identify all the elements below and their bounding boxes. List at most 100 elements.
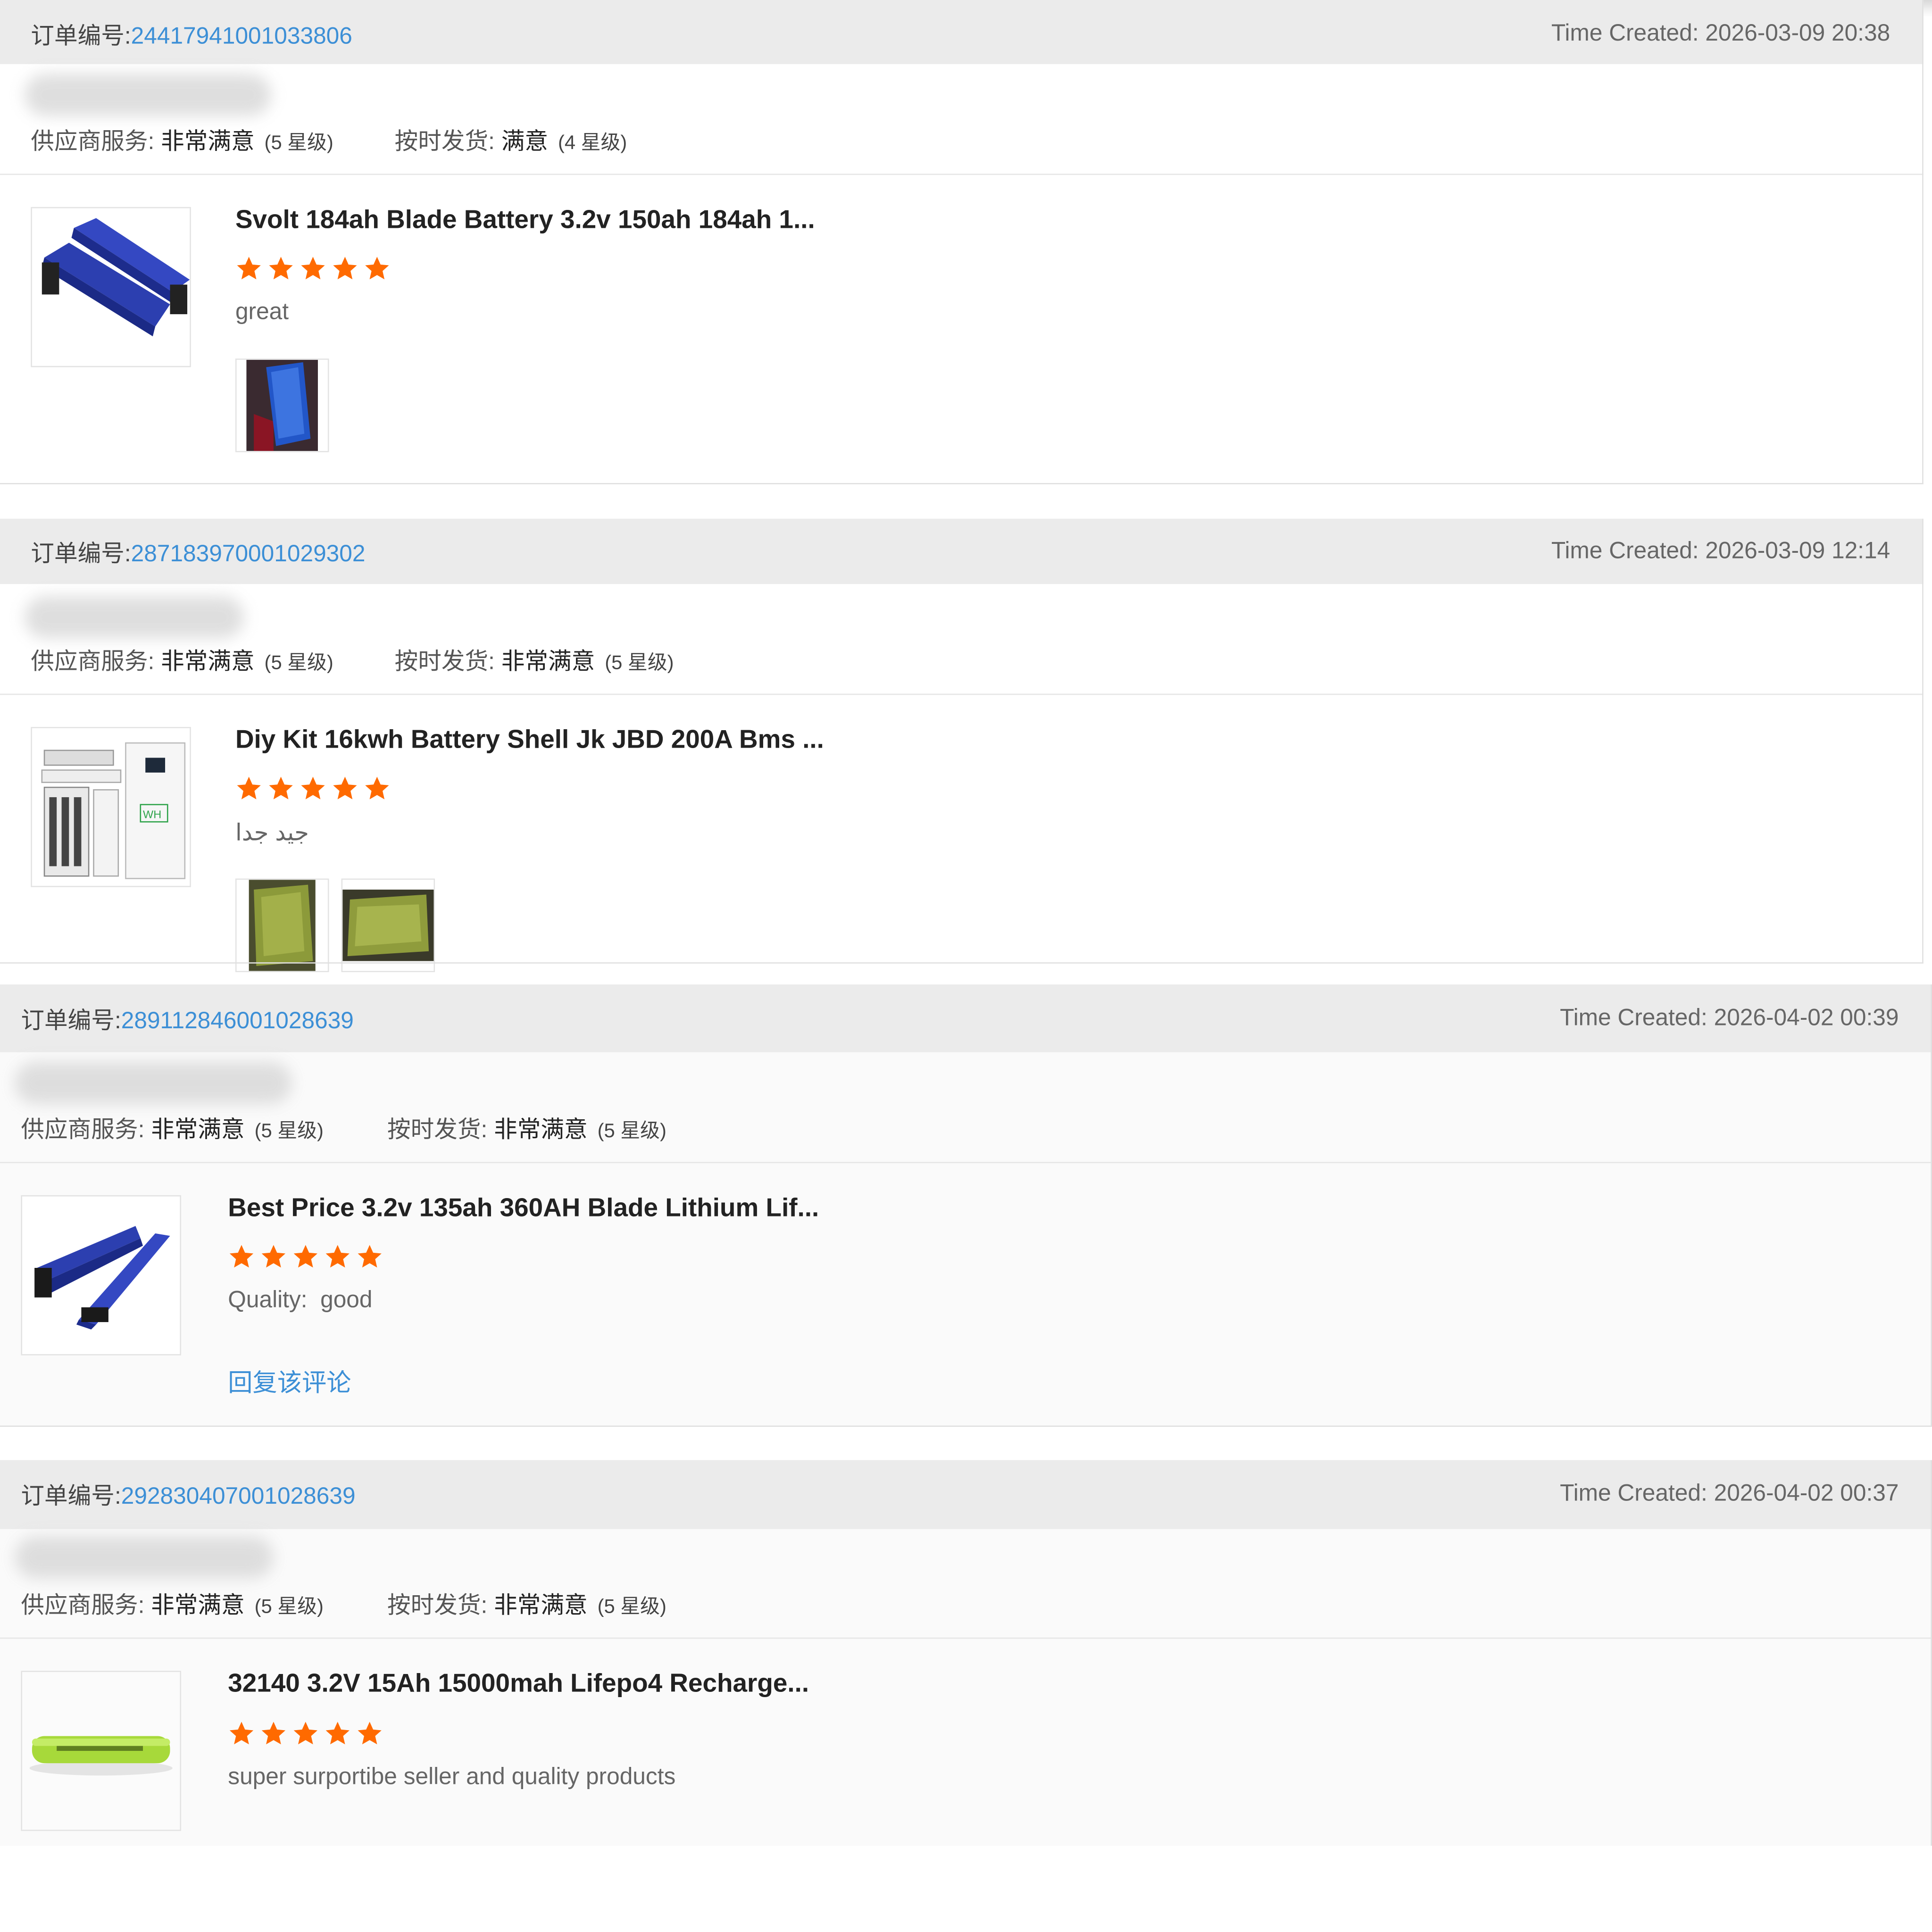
on-time-shipping-label: 按时发货: — [394, 649, 501, 675]
review-photo-image — [236, 359, 328, 451]
star-icon — [293, 1722, 317, 1745]
star-icon — [301, 257, 325, 280]
time-created-value: 2026-03-09 12:14 — [1705, 538, 1890, 565]
supplier-service-value: 非常满意 — [151, 1593, 245, 1619]
review-comment: great — [235, 299, 289, 325]
divider — [0, 693, 1924, 695]
rating-summary: 供应商服务: 非常满意 (5 星级) 按时发货: 满意 (4 星级) — [31, 123, 627, 157]
order-number: 订单编号:24417941001033806 — [31, 18, 352, 51]
review-photo-image — [342, 880, 434, 971]
on-time-shipping-rating: 按时发货: 非常满意 (5 星级) — [387, 1587, 666, 1621]
rating-summary: 供应商服务: 非常满意 (5 星级) 按时发货: 非常满意 (5 星级) — [21, 1587, 666, 1621]
supplier-service-value: 非常满意 — [151, 1117, 245, 1144]
order-number-label: 订单编号: — [31, 24, 131, 50]
supplier-service-level: (5 星级) — [254, 1121, 324, 1142]
star-icon — [325, 1245, 350, 1268]
on-time-shipping-label: 按时发货: — [387, 1593, 494, 1619]
supplier-service-rating: 供应商服务: 非常满意 (5 星级) — [31, 643, 388, 677]
on-time-shipping-rating: 按时发货: 非常满意 (5 星级) — [387, 1111, 666, 1145]
supplier-service-level: (5 星级) — [264, 133, 333, 154]
review-photo-image — [236, 880, 328, 971]
order-number-link[interactable]: 292830407001028639 — [121, 1484, 356, 1510]
time-created-label: Time Created: — [1560, 1481, 1714, 1507]
card-header: 订单编号:287183970001029302 Time Created: 20… — [0, 518, 1924, 584]
time-created-label: Time Created: — [1551, 21, 1706, 47]
star-icon — [269, 257, 293, 280]
star-rating — [235, 775, 391, 802]
product-title[interactable]: Diy Kit 16kwh Battery Shell Jk JBD 200A … — [235, 726, 824, 756]
on-time-shipping-level: (5 星级) — [605, 653, 674, 674]
supplier-service-level: (5 星级) — [264, 653, 333, 674]
star-rating — [228, 1720, 383, 1747]
order-number-label: 订单编号: — [21, 1484, 121, 1510]
blurred-reviewer-name — [25, 596, 244, 639]
on-time-shipping-value: 非常满意 — [494, 1117, 588, 1144]
on-time-shipping-level: (5 星级) — [597, 1121, 666, 1142]
time-created-label: Time Created: — [1560, 1005, 1714, 1032]
rating-summary: 供应商服务: 非常满意 (5 星级) 按时发货: 非常满意 (5 星级) — [21, 1111, 666, 1145]
blurred-reviewer-name — [25, 74, 271, 116]
time-created-value: 2026-04-02 00:39 — [1714, 1005, 1899, 1032]
review-photo[interactable] — [235, 358, 329, 452]
product-title[interactable]: Best Price 3.2v 135ah 360AH Blade Lithiu… — [228, 1194, 819, 1224]
review-card: 订单编号:287183970001029302 Time Created: 20… — [0, 518, 1924, 973]
svg-text:WH: WH — [143, 808, 161, 821]
blurred-reviewer-name — [15, 1062, 292, 1104]
supplier-service-label: 供应商服务: — [21, 1117, 151, 1144]
on-time-shipping-rating: 按时发货: 满意 (4 星级) — [395, 123, 627, 157]
product-thumbnail[interactable] — [21, 1195, 181, 1356]
time-created: Time Created: 2026-04-02 00:37 — [1560, 1481, 1899, 1508]
order-number-link[interactable]: 24417941001033806 — [131, 24, 352, 50]
time-created-label: Time Created: — [1551, 538, 1706, 565]
star-icon — [333, 257, 357, 280]
order-number-link[interactable]: 289112846001028639 — [121, 1008, 354, 1034]
product-title[interactable]: 32140 3.2V 15Ah 15000mah Lifepo4 Recharg… — [228, 1670, 809, 1699]
product-title[interactable]: Svolt 184ah Blade Battery 3.2v 150ah 184… — [235, 206, 815, 235]
product-thumbnail[interactable] — [21, 1671, 181, 1831]
review-photo[interactable] — [235, 878, 329, 973]
review-card: 订单编号:24417941001033806 Time Created: 202… — [0, 0, 1924, 484]
star-icon — [269, 776, 293, 799]
product-thumbnail[interactable] — [31, 207, 191, 367]
blade-battery-image — [42, 218, 190, 337]
star-icon — [293, 1245, 317, 1268]
supplier-service-label: 供应商服务: — [21, 1593, 151, 1619]
supplier-service-rating: 供应商服务: 非常满意 (5 星级) — [21, 1587, 381, 1621]
reply-to-review-link[interactable]: 回复该评论 — [228, 1363, 351, 1399]
time-created-value: 2026-03-09 20:38 — [1705, 21, 1890, 47]
star-icon — [325, 1722, 350, 1745]
blurred-reviewer-name — [15, 1536, 274, 1579]
star-icon — [229, 1245, 254, 1268]
time-created: Time Created: 2026-04-02 00:39 — [1560, 1006, 1899, 1033]
on-time-shipping-label: 按时发货: — [394, 129, 501, 156]
review-card: 订单编号:289112846001028639 Time Created: 20… — [0, 984, 1932, 1427]
star-icon — [261, 1722, 286, 1745]
star-icon — [237, 776, 261, 799]
blade-battery-image — [34, 1226, 170, 1330]
star-icon — [237, 257, 261, 280]
review-card: 订单编号:292830407001028639 Time Created: 20… — [0, 1460, 1932, 1846]
supplier-service-label: 供应商服务: — [31, 129, 161, 156]
order-number: 订单编号:289112846001028639 — [21, 1002, 354, 1036]
star-icon — [229, 1722, 254, 1745]
supplier-service-label: 供应商服务: — [31, 649, 161, 675]
card-header: 订单编号:289112846001028639 Time Created: 20… — [0, 984, 1932, 1052]
divider — [0, 1162, 1932, 1163]
review-comment: super surportibe seller and quality prod… — [228, 1764, 676, 1790]
star-icon — [301, 776, 325, 799]
review-photo[interactable] — [341, 878, 435, 973]
time-created: Time Created: 2026-03-09 12:14 — [1551, 539, 1890, 566]
star-rating — [235, 255, 391, 282]
card-header: 订单编号:292830407001028639 Time Created: 20… — [0, 1460, 1932, 1529]
star-icon — [261, 1245, 286, 1268]
on-time-shipping-rating: 按时发货: 非常满意 (5 星级) — [395, 643, 674, 677]
star-icon — [365, 257, 389, 280]
star-rating — [228, 1243, 383, 1270]
star-icon — [358, 1245, 382, 1268]
supplier-service-level: (5 星级) — [254, 1597, 324, 1618]
product-thumbnail[interactable]: WH — [31, 727, 191, 887]
battery-kit-image: WH — [41, 742, 186, 879]
divider — [0, 174, 1924, 175]
order-number-label: 订单编号: — [31, 541, 131, 567]
order-number-link[interactable]: 287183970001029302 — [131, 541, 366, 567]
